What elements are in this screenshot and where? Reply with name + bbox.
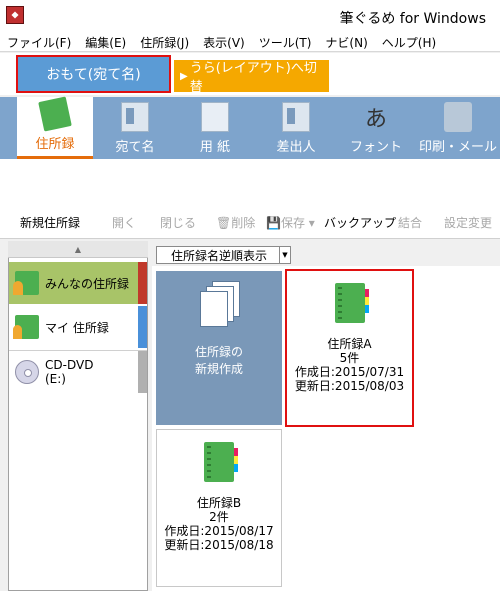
new-address-book-button[interactable]: 新規住所録: [20, 214, 80, 231]
address-book-b-tile[interactable]: 住所録B 2件 作成日:2015/08/17 更新日:2015/08/18: [156, 429, 282, 587]
ribbon-print-mail-label: 印刷・メール: [418, 140, 497, 155]
back-mode-label: うら(レイアウト)へ切替: [189, 61, 317, 95]
dropdown-arrow-icon: ▼: [279, 247, 290, 263]
ribbon-sender-button[interactable]: 差出人: [258, 97, 334, 159]
disc-icon: [15, 359, 39, 384]
menu-address-book[interactable]: 住所録(J): [133, 32, 196, 51]
new-tile-line2: 新規作成: [194, 362, 243, 376]
menu-help[interactable]: ヘルプ(H): [375, 32, 443, 51]
ribbon-recipient-label: 宛て名: [115, 140, 155, 155]
sender-card-icon: [282, 102, 310, 132]
book-name: 住所録A: [327, 337, 372, 351]
chevron-down-icon: ▾: [308, 216, 315, 230]
sort-order-select[interactable]: 住所録名逆順表示 ▼: [156, 246, 291, 264]
book-updated-date: 更新日:2015/08/03: [294, 379, 405, 393]
address-book-icon: [204, 442, 238, 482]
address-book-a-tile[interactable]: 住所録A 5件 作成日:2015/07/31 更新日:2015/08/03: [285, 269, 414, 427]
book-name: 住所録B: [196, 496, 242, 510]
sidebar-item-my-address-book[interactable]: マイ 住所録: [9, 306, 147, 348]
front-mode-label: おもて(宛て名): [46, 67, 141, 83]
menu-bar: ファイル(F) 編集(E) 住所録(J) 表示(V) ツール(T) ナビ(N) …: [0, 32, 500, 52]
open-button[interactable]: 開く: [112, 214, 136, 231]
settings-change-button[interactable]: 設定変更: [444, 214, 492, 231]
ribbon-paper-button[interactable]: 用 紙: [177, 97, 253, 159]
floppy-icon: 💾: [266, 216, 281, 230]
menu-tools[interactable]: ツール(T): [252, 32, 319, 51]
color-marker: [138, 306, 147, 348]
scroll-track: [138, 351, 147, 393]
ribbon-paper-label: 用 紙: [199, 140, 231, 155]
book-updated-date: 更新日:2015/08/18: [164, 538, 274, 552]
drive-letter: (E:): [45, 371, 66, 386]
sidebar-item-cd-dvd[interactable]: CD-DVD (E:): [9, 350, 147, 393]
save-label: 保存: [280, 216, 305, 230]
ribbon-address-book-label: 住所録: [35, 137, 75, 152]
font-icon: あ: [364, 107, 387, 132]
window-title: 筆ぐるめ for Windows: [339, 11, 486, 27]
sidebar-item-label: マイ 住所録: [45, 320, 109, 335]
trash-icon: 🗑: [216, 216, 232, 230]
drive-label: CD-DVD: [45, 357, 94, 372]
ribbon-font-label: フォント: [349, 140, 402, 155]
delete-label: 削除: [231, 216, 256, 230]
save-button[interactable]: 💾保存 ▾: [266, 214, 315, 231]
sort-order-value: 住所録名逆順表示: [171, 248, 268, 263]
paper-icon: [201, 102, 229, 132]
sidebar-item-everyone-address-book[interactable]: みんなの住所録: [9, 262, 147, 304]
scroll-up-button[interactable]: ▲: [8, 241, 148, 258]
sidebar-item-label: CD-DVD (E:): [45, 358, 93, 386]
people-book-icon: [13, 271, 39, 295]
back-mode-switch-button[interactable]: ▶ うら(レイアウト)へ切替: [174, 60, 329, 95]
new-tile-line1: 住所録の: [194, 345, 243, 359]
menu-navi[interactable]: ナビ(N): [318, 32, 374, 51]
book-created-date: 作成日:2015/07/31: [294, 365, 405, 379]
app-logo-icon[interactable]: [6, 6, 24, 24]
merge-button[interactable]: 結合: [398, 214, 422, 231]
menu-file[interactable]: ファイル(F): [0, 32, 78, 51]
ribbon-address-book-button[interactable]: 住所録: [17, 96, 93, 159]
book-created-date: 作成日:2015/08/17: [164, 524, 274, 538]
address-book-icon: [334, 283, 369, 323]
title-bar: 筆ぐるめ for Windows: [0, 0, 500, 32]
menu-edit[interactable]: 編集(E): [78, 32, 133, 51]
play-arrow-icon: ▶: [180, 70, 188, 82]
book-count: 2件: [209, 510, 229, 524]
color-marker: [138, 262, 147, 304]
backup-button[interactable]: バックアップ: [324, 214, 396, 231]
person-book-icon: [13, 315, 39, 339]
menu-view[interactable]: 表示(V): [196, 32, 252, 51]
printer-icon: [444, 102, 472, 132]
documents-icon: [198, 281, 240, 327]
ribbon-font-button[interactable]: あ フォント: [338, 97, 414, 159]
new-address-book-tile[interactable]: 住所録の 新規作成: [156, 271, 282, 425]
delete-button[interactable]: 🗑削除: [216, 214, 255, 231]
book-count: 5件: [339, 351, 360, 365]
front-mode-tab[interactable]: おもて(宛て名): [16, 55, 171, 93]
ribbon-print-mail-button[interactable]: 印刷・メール: [416, 97, 500, 159]
sidebar-item-label: みんなの住所録: [45, 276, 130, 291]
postcard-icon: [121, 102, 149, 132]
ribbon-recipient-button[interactable]: 宛て名: [97, 97, 173, 159]
address-book-icon: [38, 96, 72, 132]
ribbon-sender-label: 差出人: [276, 140, 316, 155]
close-button[interactable]: 閉じる: [160, 214, 196, 231]
blank-strip: [0, 159, 500, 205]
